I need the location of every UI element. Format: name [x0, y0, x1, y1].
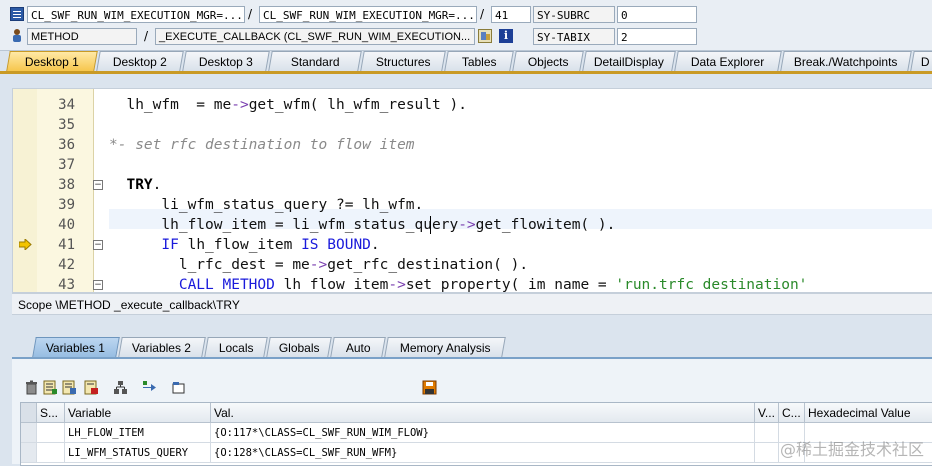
column-header-status[interactable]: S... [37, 403, 65, 423]
fold-toggle-icon[interactable]: − [93, 280, 103, 290]
include-field[interactable]: CL_SWF_RUN_WIM_EXECUTION_MGR=... [259, 6, 477, 23]
tab-standard[interactable]: Standard [268, 51, 362, 71]
desktop-tab-strip: Desktop 1 Desktop 2 Desktop 3 Standard S… [6, 51, 932, 71]
code-line[interactable]: lh_flow_item = li_wfm_status_query->get_… [109, 215, 615, 235]
code-line[interactable]: IF lh_flow_item IS BOUND. [109, 235, 379, 255]
variable-name-cell[interactable]: LH_FLOW_ITEM [65, 423, 211, 443]
execution-pointer-icon [19, 239, 32, 250]
clear-icon[interactable] [84, 380, 99, 395]
navigate-icon[interactable] [142, 380, 157, 395]
row-status [37, 443, 65, 463]
code-line[interactable]: *- set rfc destination to flow item [109, 135, 415, 155]
separator: / [248, 7, 253, 21]
delete-icon[interactable] [24, 380, 39, 395]
row-selector[interactable] [21, 423, 37, 443]
code-line[interactable]: CALL METHOD lh_flow_item->set_property( … [109, 275, 808, 292]
tab-desktop-3[interactable]: Desktop 3 [182, 51, 270, 71]
column-header-hex[interactable]: Hexadecimal Value [805, 403, 932, 423]
tab-break-watchpoints[interactable]: Break./Watchpoints [780, 51, 912, 71]
line-number: 36 [58, 137, 75, 153]
display-object-icon[interactable] [478, 29, 492, 43]
line-number: 37 [58, 157, 75, 173]
tab-memory-analysis[interactable]: Memory Analysis [384, 337, 506, 357]
tab-desktop-2[interactable]: Desktop 2 [96, 51, 184, 71]
line-number: 42 [58, 257, 75, 273]
line-number: 40 [58, 217, 75, 233]
variable-value-cell[interactable]: {O:128*\CLASS=CL_SWF_RUN_WFM} [211, 443, 755, 463]
save-icon[interactable] [422, 380, 437, 395]
row-v-cell [755, 443, 779, 463]
line-number: 43 [58, 277, 75, 293]
event-field: _EXECUTE_CALLBACK (CL_SWF_RUN_WIM_EXECUT… [155, 28, 475, 45]
row-status [37, 423, 65, 443]
code-line[interactable]: l_rfc_dest = me->get_rfc_destination( ). [109, 255, 528, 275]
row-selector[interactable] [21, 443, 37, 463]
tab-strip-underline [0, 71, 932, 74]
tab-data-explorer[interactable]: Data Explorer [674, 51, 782, 71]
system-variable-name: SY-SUBRC [533, 6, 615, 23]
detail-icon[interactable] [43, 380, 58, 395]
variable-value-cell[interactable]: {O:117*\CLASS=CL_SWF_RUN_WIM_FLOW} [211, 423, 755, 443]
column-header-c[interactable]: C... [779, 403, 805, 423]
new-row-icon[interactable] [62, 380, 77, 395]
tab-tables[interactable]: Tables [444, 51, 514, 71]
fold-toggle-icon[interactable]: − [93, 180, 103, 190]
tag-icon[interactable] [171, 380, 186, 395]
separator: / [480, 7, 485, 21]
code-line[interactable]: lh_wfm = me->get_wfm( lh_wfm_result ). [109, 95, 466, 115]
column-header-variable[interactable]: Variable [65, 403, 211, 423]
system-variable-value[interactable]: 0 [617, 6, 697, 23]
debugger-info-bar: CL_SWF_RUN_WIM_EXECUTION_MGR=... / CL_SW… [0, 0, 932, 51]
system-variable-name: SY-TABIX [533, 28, 615, 45]
tab-desktop-1[interactable]: Desktop 1 [6, 51, 98, 71]
row-v-cell [755, 423, 779, 443]
program-field[interactable]: CL_SWF_RUN_WIM_EXECUTION_MGR=... [27, 6, 245, 23]
scope-path: Scope \METHOD _execute_callback\TRY [12, 293, 932, 315]
variable-name-cell[interactable]: LI_WFM_STATUS_QUERY [65, 443, 211, 463]
line-number: 38 [58, 177, 75, 193]
line-number: 41 [58, 237, 75, 253]
line-number: 39 [58, 197, 75, 213]
tree-icon[interactable] [113, 380, 128, 395]
tab-locals[interactable]: Locals [204, 337, 268, 357]
method-icon [10, 29, 24, 43]
code-line[interactable]: li_wfm_status_query ?= lh_wfm. [109, 195, 423, 215]
tab-overflow[interactable]: D [910, 51, 932, 71]
column-header-value[interactable]: Val. [211, 403, 755, 423]
column-header-select[interactable] [21, 403, 37, 423]
fold-toggle-icon[interactable]: − [93, 240, 103, 250]
system-variable-value[interactable]: 2 [617, 28, 697, 45]
tab-variables-2[interactable]: Variables 2 [118, 337, 206, 357]
event-type-field: METHOD [27, 28, 137, 45]
tab-globals[interactable]: Globals [266, 337, 332, 357]
column-header-v[interactable]: V... [755, 403, 779, 423]
watermark: @稀土掘金技术社区 [779, 440, 924, 459]
line-number: 34 [58, 97, 75, 113]
tab-auto[interactable]: Auto [330, 337, 386, 357]
program-icon [10, 7, 24, 21]
tab-objects[interactable]: Objects [512, 51, 584, 71]
tab-detail-display[interactable]: DetailDisplay [582, 51, 676, 71]
source-code-viewer[interactable]: 34 35 36 37 38 39 40 41 42 43 − − − lh_w… [12, 88, 932, 293]
tab-variables-1[interactable]: Variables 1 [32, 337, 120, 357]
text-cursor [430, 216, 431, 234]
line-number: 35 [58, 117, 75, 133]
tab-structures[interactable]: Structures [360, 51, 446, 71]
line-number-field[interactable]: 41 [491, 6, 531, 23]
code-line[interactable]: TRY. [109, 175, 161, 195]
info-icon[interactable]: i [499, 29, 513, 43]
separator: / [144, 29, 149, 43]
